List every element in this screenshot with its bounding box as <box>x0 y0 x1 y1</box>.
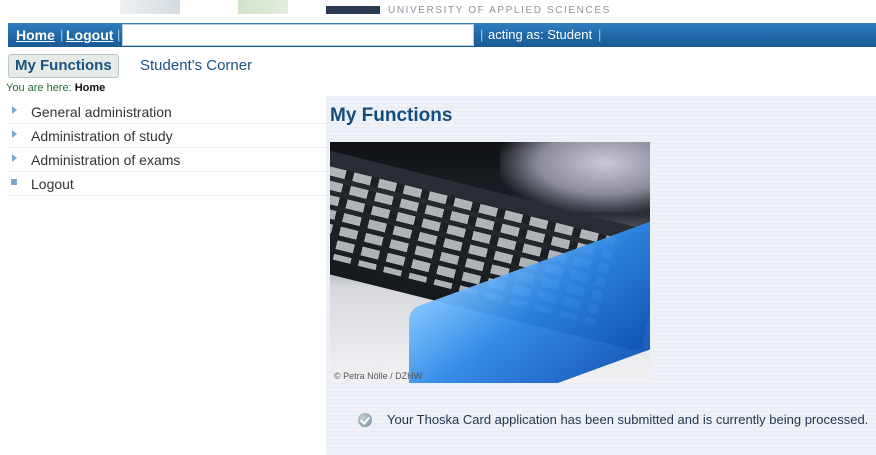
checkmark-icon <box>358 413 372 427</box>
banner-image <box>120 0 180 14</box>
top-navigation-bar: Home | Logout | | acting as: Student | <box>8 23 876 47</box>
separator: | <box>117 27 121 42</box>
sidebar-item-label: Administration of exams <box>31 152 181 168</box>
sidebar-item-logout[interactable]: Logout <box>8 172 326 196</box>
home-link[interactable]: Home <box>16 27 55 43</box>
sidebar-item-administration-of-exams[interactable]: Administration of exams <box>8 148 326 172</box>
tab-my-functions[interactable]: My Functions <box>8 54 119 78</box>
page-title: My Functions <box>330 105 453 126</box>
sidebar-item-administration-of-study[interactable]: Administration of study <box>8 124 326 148</box>
image-credit: © Petra Nölle / DZHW <box>334 371 423 381</box>
university-name: UNIVERSITY OF APPLIED SCIENCES <box>388 5 611 16</box>
separator: | <box>60 27 64 42</box>
triangle-bullet-icon <box>12 154 17 162</box>
sidebar-item-general-administration[interactable]: General administration <box>8 100 326 124</box>
sidebar-item-label: Logout <box>31 176 74 192</box>
sidebar-item-label: Administration of study <box>31 128 173 144</box>
sidebar-item-label: General administration <box>31 104 172 120</box>
acting-as-label: acting as: Student <box>488 27 593 42</box>
separator: | <box>598 27 602 42</box>
breadcrumb: You are here: Home <box>6 82 105 94</box>
triangle-bullet-icon <box>12 130 17 138</box>
sidebar-menu: General administration Administration of… <box>8 100 326 196</box>
keyboard-photo: © Petra Nölle / DZHW <box>330 142 650 383</box>
triangle-bullet-icon <box>12 106 17 114</box>
separator: | <box>480 27 484 42</box>
breadcrumb-prefix: You are here: <box>6 82 75 94</box>
main-content-panel: My Functions © Petra Nölle / DZHW Your T… <box>326 96 876 455</box>
square-bullet-icon <box>11 179 17 185</box>
header-banner: UNIVERSITY OF APPLIED SCIENCES <box>0 0 876 22</box>
navbar-input-field[interactable] <box>122 24 474 46</box>
banner-image <box>238 0 288 14</box>
university-logo <box>326 6 380 14</box>
breadcrumb-current[interactable]: Home <box>75 82 106 94</box>
tab-students-corner[interactable]: Student's Corner <box>140 57 252 74</box>
status-message: Your Thoska Card application has been su… <box>387 412 869 427</box>
logout-link[interactable]: Logout <box>66 27 113 43</box>
